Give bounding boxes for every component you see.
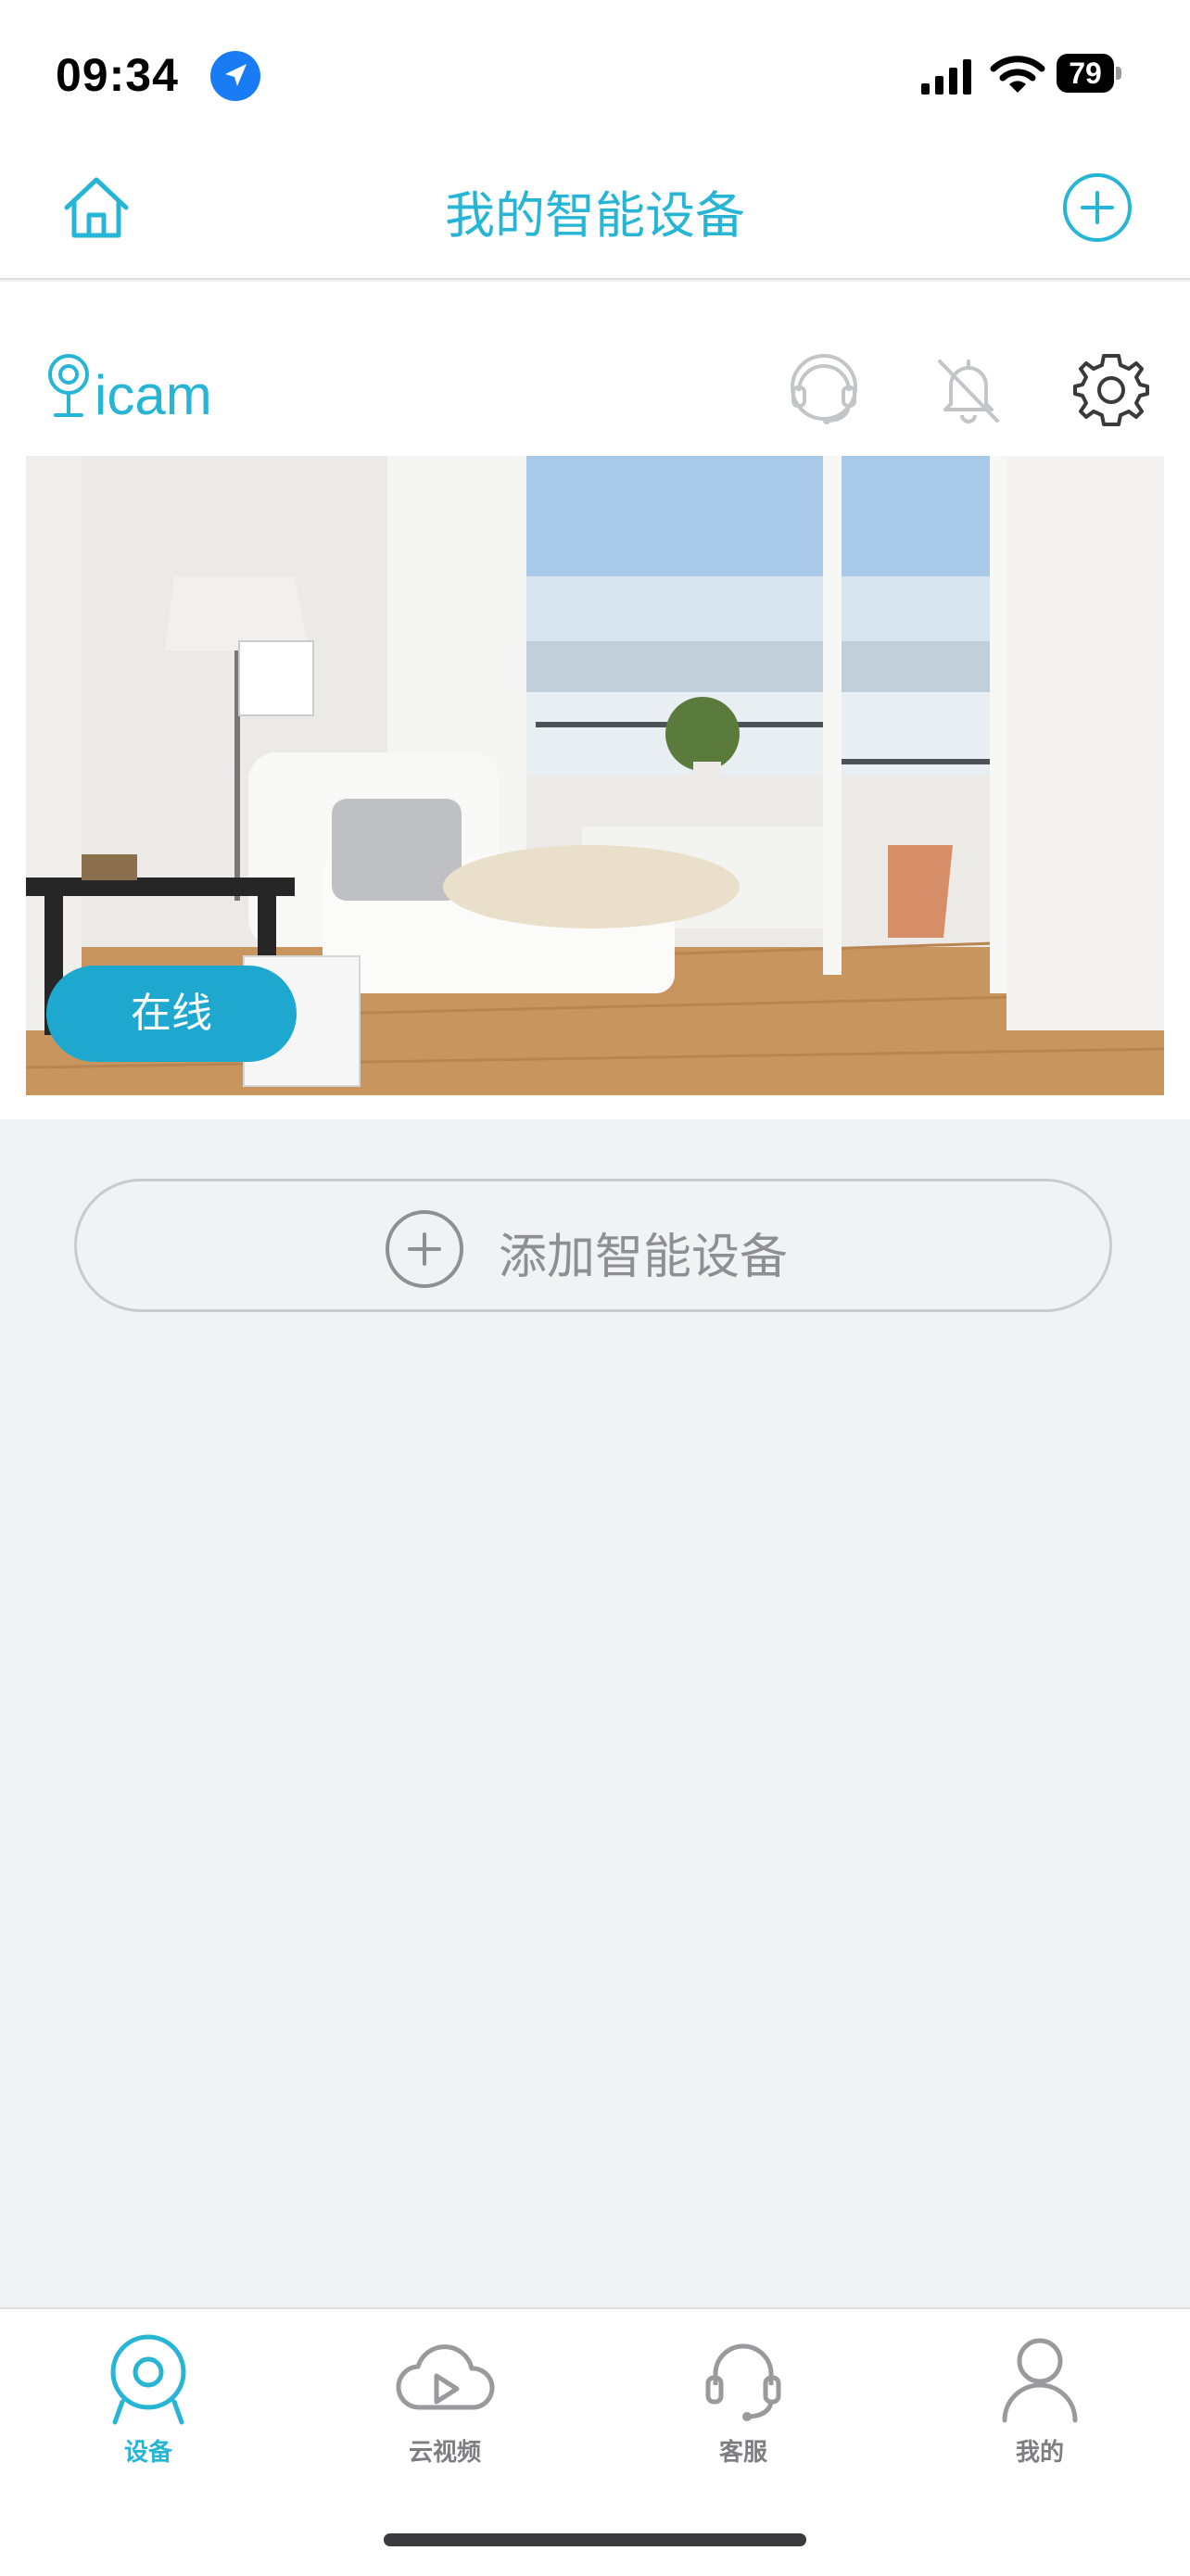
headset-icon [705,2343,781,2421]
brand-name: icam [95,364,212,426]
tab-me[interactable]: 我的 [947,2326,1133,2467]
cloud-play-icon [396,2344,495,2410]
wifi-icon [990,56,1045,93]
tab-cloud-video[interactable]: 云视频 [352,2326,538,2467]
tab-label: 云视频 [408,2439,481,2467]
home-indicator[interactable] [384,2533,806,2546]
location-arrow-icon [210,51,260,101]
battery-level: 79 [1069,57,1102,90]
bell-off-icon[interactable] [929,350,1008,430]
tab-customer-service[interactable]: 客服 [651,2326,836,2467]
status-time: 09:34 [56,49,179,101]
add-device-label: 添加智能设备 [499,1230,789,1285]
add-circle-icon[interactable] [1060,170,1134,245]
customer-service-icon[interactable] [784,350,864,430]
tab-label: 我的 [1015,2439,1064,2467]
tab-devices[interactable]: 设备 [56,2326,241,2467]
user-icon [1002,2338,1078,2423]
add-circle-icon [386,1210,463,1288]
status-badge: 在线 [46,966,297,1062]
tab-label: 设备 [123,2439,172,2467]
camera-icon [110,2334,186,2425]
battery-indicator: 79 [1057,54,1123,95]
battery-cap [1116,67,1121,80]
page-title: 我的智能设备 [445,186,745,245]
cellular-signal-icon [921,59,971,95]
tab-label: 客服 [718,2439,767,2467]
gear-icon[interactable] [1071,350,1151,430]
